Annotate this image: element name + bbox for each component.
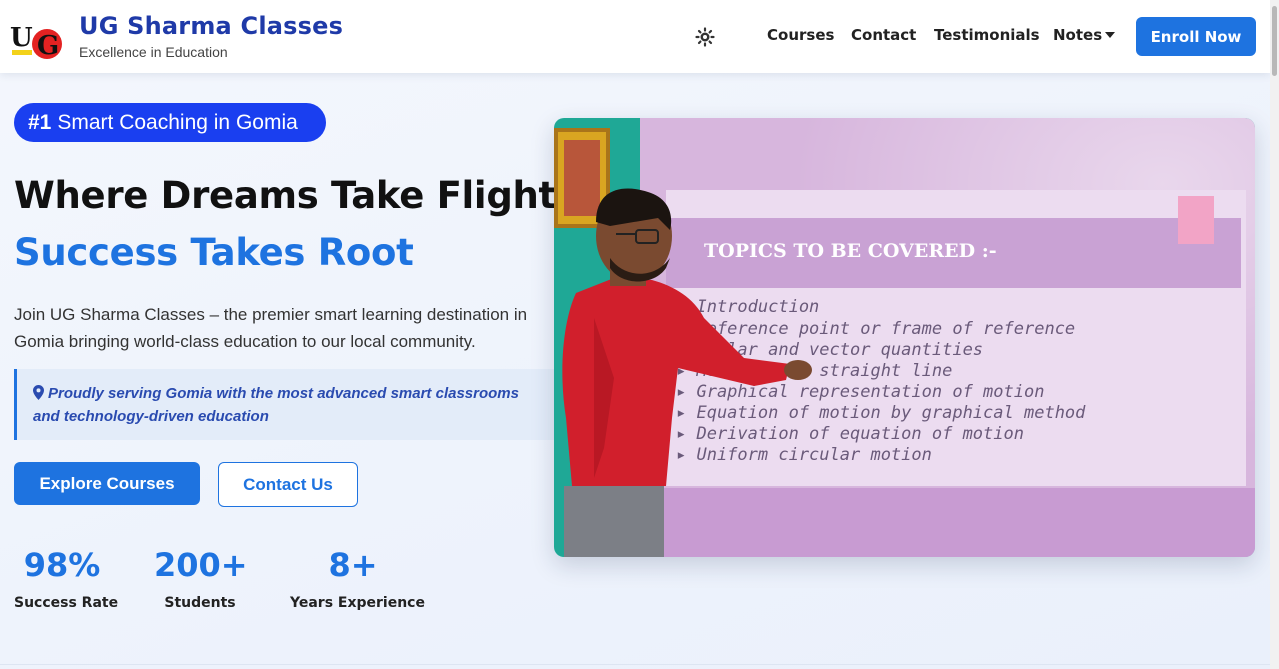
stat-label: Success Rate xyxy=(14,595,119,611)
nav-link-contact[interactable]: Contact xyxy=(851,26,916,44)
stat-students: 200+ Students xyxy=(154,545,248,611)
stat-value: 8+ xyxy=(328,546,378,584)
sun-icon xyxy=(695,27,715,47)
location-callout: Proudly serving Gomia with the most adva… xyxy=(14,369,554,440)
stat-value: 200+ xyxy=(154,546,248,584)
stat-label: Students xyxy=(164,595,236,611)
contact-us-button[interactable]: Contact Us xyxy=(218,462,358,507)
svg-text:TOPICS TO BE COVERED :-: TOPICS TO BE COVERED :- xyxy=(704,240,997,262)
svg-text:G: G xyxy=(37,31,59,61)
board-topic-5: ▸ Graphical representation of motion xyxy=(676,382,1044,402)
scrollbar-thumb[interactable] xyxy=(1272,6,1277,76)
enroll-now-button[interactable]: Enroll Now xyxy=(1136,17,1256,56)
svg-text:U: U xyxy=(10,23,33,53)
hero-headline-line2: Success Takes Root xyxy=(14,231,414,274)
hero-badge: #1 Smart Coaching in Gomia xyxy=(14,103,326,142)
scrollbar-track[interactable] xyxy=(1270,0,1279,669)
stat-value: 98% xyxy=(23,546,101,584)
board-topic-2: ▸ Reference point or frame of reference xyxy=(676,319,1075,339)
nav-link-notes: Notes xyxy=(1053,26,1103,44)
board-topic-7: ▸ Derivation of equation of motion xyxy=(676,424,1024,444)
badge-text: Smart Coaching in Gomia xyxy=(57,110,298,134)
brand-tagline: Excellence in Education xyxy=(79,44,228,60)
stat-years-experience: 8+ Years Experience xyxy=(290,545,425,611)
hero-headline-line1: Where Dreams Take Flight, xyxy=(14,174,570,217)
hero-intro: Join UG Sharma Classes – the premier sma… xyxy=(14,305,528,351)
nav-notes-dropdown[interactable]: Notes xyxy=(1053,26,1116,44)
caret-down-icon xyxy=(1105,32,1116,38)
brand-name[interactable]: UG Sharma Classes xyxy=(79,12,343,40)
section-divider xyxy=(0,664,1270,665)
hero-classroom-photo: TOPICS TO BE COVERED :- ▸ Introduction ▸… xyxy=(554,118,1255,557)
explore-courses-button[interactable]: Explore Courses xyxy=(14,462,200,505)
board-topic-8: ▸ Uniform circular motion xyxy=(676,445,932,465)
board-topic-6: ▸ Equation of motion by graphical method xyxy=(676,403,1086,423)
theme-toggle-button[interactable] xyxy=(692,24,718,50)
stat-success-rate: 98% Success Rate xyxy=(14,545,119,611)
map-pin-icon xyxy=(33,385,44,406)
nav-link-testimonials[interactable]: Testimonials xyxy=(934,26,1040,44)
badge-rank: #1 xyxy=(28,110,52,134)
nav-link-courses[interactable]: Courses xyxy=(767,26,834,44)
callout-text: Proudly serving Gomia with the most adva… xyxy=(33,385,519,425)
site-header: U G UG Sharma Classes Excellence in Educ… xyxy=(0,0,1270,73)
stat-label: Years Experience xyxy=(290,595,425,611)
brand-logo[interactable]: U G xyxy=(4,4,65,65)
